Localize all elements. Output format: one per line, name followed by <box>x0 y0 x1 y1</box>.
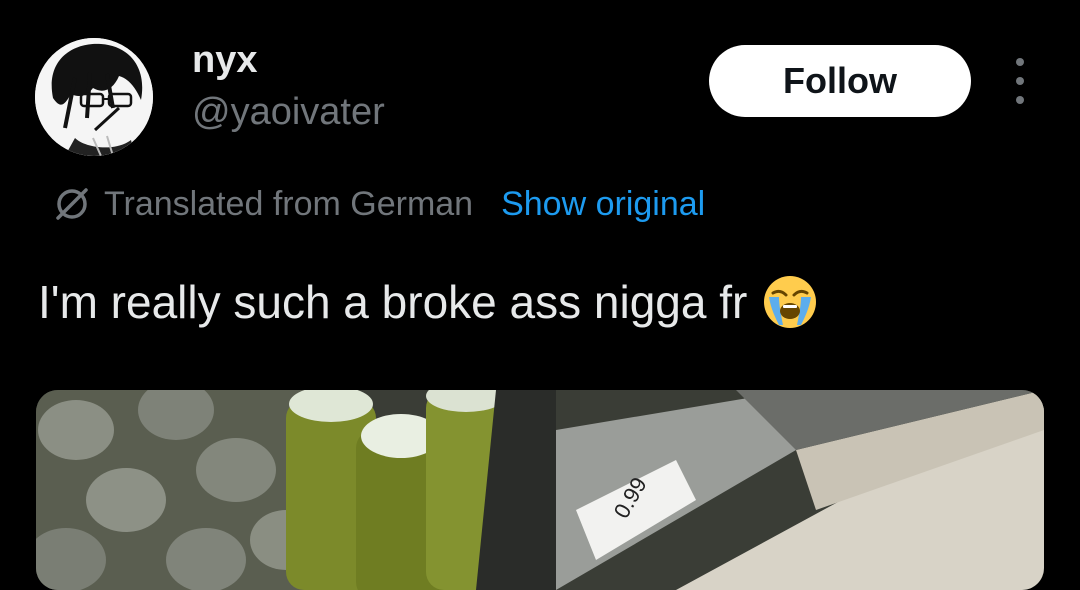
show-original-link[interactable]: Show original <box>501 185 705 224</box>
tweet-body: I'm really such a broke ass nigga fr <box>38 276 748 328</box>
tweet-text: I'm really such a broke ass nigga fr <box>38 272 819 332</box>
tweet-media-image[interactable]: 0.99 <box>36 390 1044 590</box>
avatar-image <box>35 38 153 156</box>
translated-from-label: Translated from German <box>104 184 474 223</box>
author-handle[interactable]: @yaoivater <box>192 90 385 134</box>
follow-button[interactable]: Follow <box>709 45 971 117</box>
more-options-icon[interactable] <box>1000 58 1040 104</box>
supermarket-shelf-photo: 0.99 <box>36 390 1044 590</box>
avatar[interactable] <box>35 38 153 156</box>
translation-notice: Translated from German Show original <box>52 180 705 228</box>
loudly-crying-face-icon <box>764 276 817 328</box>
author-display-name[interactable]: nyx <box>192 38 257 82</box>
globe-slash-icon <box>56 188 88 220</box>
